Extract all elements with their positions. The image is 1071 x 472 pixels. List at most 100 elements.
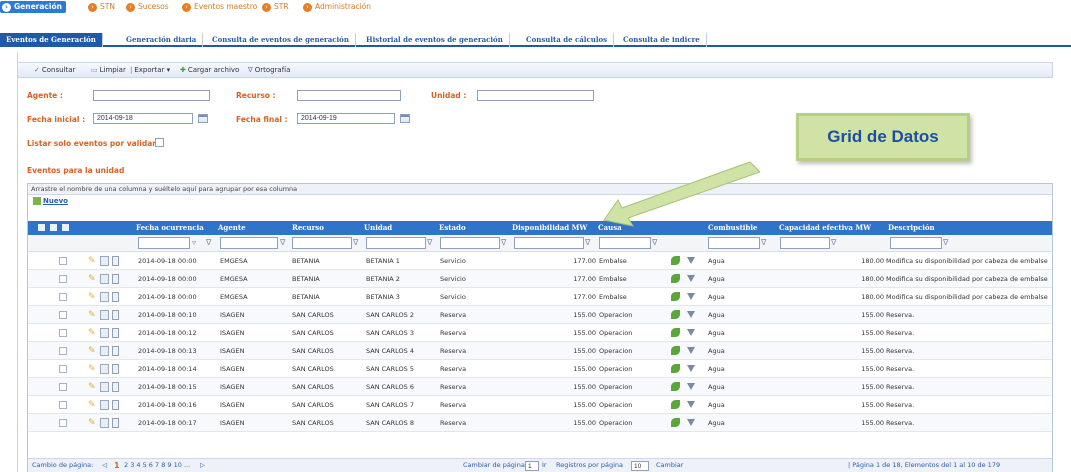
table-row[interactable]: ✎ 2014-09-18 00:13 ISAGEN SAN CARLOS SAN… (28, 342, 1052, 360)
filter-fecha-input[interactable] (138, 237, 190, 249)
table-row[interactable]: ✎ 2014-09-18 00:00 EMGESA BETANIA BETANI… (28, 252, 1052, 270)
column-menu-icon[interactable] (50, 224, 57, 231)
row-checkbox[interactable] (59, 347, 67, 355)
page-links[interactable]: 2 3 4 5 6 7 8 9 10 ... (124, 459, 190, 472)
filter-recurso-icon[interactable]: ∇ (353, 238, 358, 248)
fecha-inicial-input[interactable] (93, 113, 193, 124)
nuevo-button[interactable]: Nuevo (33, 196, 68, 207)
row-checkbox[interactable] (59, 419, 67, 427)
filter-fecha-funnel-icon[interactable]: ∇ (206, 238, 211, 248)
col-descripcion[interactable]: Descripción (888, 221, 935, 235)
filter-icon[interactable] (687, 401, 695, 408)
consultar-button[interactable]: ✓ Consultar (34, 65, 75, 76)
recurso-input[interactable] (297, 90, 401, 101)
filter-recurso-input[interactable] (292, 237, 352, 249)
ir-button[interactable]: Ir (542, 459, 547, 472)
filter-estado-icon[interactable]: ∇ (501, 238, 506, 248)
exportar-button[interactable]: | Exportar ▾ (130, 65, 170, 76)
col-unidad[interactable]: Unidad (364, 221, 392, 235)
filter-agente-icon[interactable]: ∇ (280, 238, 285, 248)
detail-icon[interactable] (100, 256, 109, 266)
cargar-archivo-button[interactable]: ✚ Cargar archivo (180, 65, 239, 76)
filter-descripcion-icon[interactable]: ∇ (943, 238, 948, 248)
tab-eventos-generacion[interactable]: Eventos de Generación (0, 33, 103, 47)
detail-icon[interactable] (100, 418, 109, 428)
detail-icon[interactable] (100, 382, 109, 392)
document-icon[interactable] (112, 274, 119, 284)
table-row[interactable]: ✎ 2014-09-18 00:12 ISAGEN SAN CARLOS SAN… (28, 324, 1052, 342)
filter-disponibilidad-icon[interactable]: ∇ (585, 238, 590, 248)
filter-unidad-icon[interactable]: ∇ (427, 238, 432, 248)
tab-consulta-eventos[interactable]: Consulta de eventos de generación (206, 33, 356, 47)
detail-icon[interactable] (100, 274, 109, 284)
table-row[interactable]: ✎ 2014-09-18 00:00 EMGESA BETANIA BETANI… (28, 288, 1052, 306)
filter-icon[interactable] (687, 329, 695, 336)
limpiar-button[interactable]: ▭ Limpiar (91, 65, 126, 76)
filter-icon[interactable] (687, 257, 695, 264)
document-icon[interactable] (112, 400, 119, 410)
filter-disponibilidad-input[interactable] (514, 237, 584, 249)
document-icon[interactable] (112, 346, 119, 356)
row-checkbox[interactable] (59, 275, 67, 283)
filter-agente-input[interactable] (220, 237, 278, 249)
col-fecha-ocurrencia[interactable]: Fecha ocurrencia (136, 221, 204, 235)
row-checkbox[interactable] (59, 383, 67, 391)
filter-icon[interactable] (687, 383, 695, 390)
table-row[interactable]: ✎ 2014-09-18 00:14 ISAGEN SAN CARLOS SAN… (28, 360, 1052, 378)
filter-icon[interactable] (687, 275, 695, 282)
document-icon[interactable] (112, 418, 119, 428)
filter-icon[interactable] (687, 293, 695, 300)
tab-consulta-calculos[interactable]: Consulta de cálculos (520, 33, 615, 47)
detail-icon[interactable] (100, 292, 109, 302)
detail-icon[interactable] (100, 364, 109, 374)
calendar-icon[interactable] (198, 114, 208, 123)
edit-icon[interactable]: ✎ (88, 418, 97, 428)
edit-icon[interactable]: ✎ (88, 292, 97, 302)
filter-estado-input[interactable] (440, 237, 500, 249)
tab-generacion-diaria[interactable]: Generación diaria (120, 33, 204, 47)
edit-icon[interactable]: ✎ (88, 256, 97, 266)
filter-capacidad-input[interactable] (780, 237, 830, 249)
document-icon[interactable] (112, 292, 119, 302)
document-icon[interactable] (112, 382, 119, 392)
unidad-input[interactable] (477, 90, 594, 101)
col-estado[interactable]: Estado (439, 221, 466, 235)
cambiar-button[interactable]: Cambiar (656, 459, 683, 472)
filter-causa-input[interactable] (599, 237, 651, 249)
edit-icon[interactable]: ✎ (88, 274, 97, 284)
tab-consulta-indicre[interactable]: Consulta de indicre (617, 33, 707, 47)
edit-icon[interactable]: ✎ (88, 364, 97, 374)
registros-input[interactable] (631, 461, 649, 471)
document-icon[interactable] (112, 328, 119, 338)
next-page-icon[interactable]: ▷ (200, 459, 205, 472)
tab-historial-eventos[interactable]: Historial de eventos de generación (360, 33, 510, 47)
document-icon[interactable] (112, 364, 119, 374)
nav-str[interactable]: › STR (262, 1, 289, 13)
filter-icon[interactable] (687, 347, 695, 354)
filter-descripcion-input[interactable] (890, 237, 942, 249)
row-checkbox[interactable] (59, 293, 67, 301)
table-row[interactable]: ✎ 2014-09-18 00:16 ISAGEN SAN CARLOS SAN… (28, 396, 1052, 414)
edit-icon[interactable]: ✎ (88, 328, 97, 338)
filter-icon[interactable] (687, 419, 695, 426)
filter-capacidad-icon[interactable]: ∇ (831, 238, 836, 248)
col-agente[interactable]: Agente (218, 221, 246, 235)
filter-unidad-input[interactable] (366, 237, 426, 249)
page-input[interactable] (525, 461, 539, 471)
ortografia-button[interactable]: ∇ Ortografía (248, 65, 290, 76)
edit-icon[interactable]: ✎ (88, 310, 97, 320)
edit-icon[interactable]: ✎ (88, 382, 97, 392)
detail-icon[interactable] (100, 328, 109, 338)
filter-icon[interactable] (687, 311, 695, 318)
table-row[interactable]: ✎ 2014-09-18 00:15 ISAGEN SAN CARLOS SAN… (28, 378, 1052, 396)
row-checkbox[interactable] (59, 257, 67, 265)
listar-validar-checkbox[interactable] (155, 138, 164, 147)
edit-icon[interactable]: ✎ (88, 400, 97, 410)
row-checkbox[interactable] (59, 329, 67, 337)
detail-icon[interactable] (100, 400, 109, 410)
agente-input[interactable] (93, 90, 210, 101)
detail-icon[interactable] (100, 346, 109, 356)
filter-combustible-input[interactable] (708, 237, 760, 249)
col-capacidad-efectiva[interactable]: Capacidad efectiva MW (779, 221, 871, 235)
table-row[interactable]: ✎ 2014-09-18 00:00 EMGESA BETANIA BETANI… (28, 270, 1052, 288)
